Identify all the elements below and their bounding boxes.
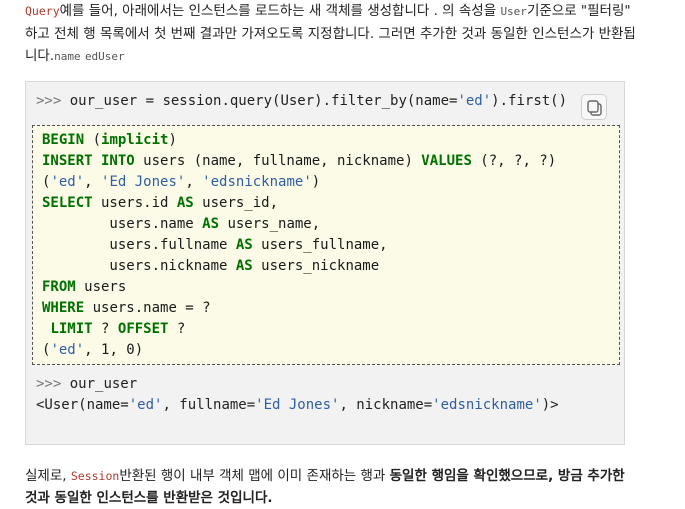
inline-code-eduser: edUser [84,50,125,63]
code-line-our-user: >>> our_user [36,376,138,392]
sql-line: FROM users [42,279,127,295]
inline-code-user: User [500,5,527,18]
sql-line: BEGIN (implicit) [42,132,177,148]
sql-line: ('ed', 'Ed Jones', 'edsnickname') [42,174,321,190]
code-block: >>> our_user = session.query(User).filte… [25,81,625,445]
sql-line: ('ed', 1, 0) [42,342,144,358]
code-line-repr: <User(name='ed', fullname='Ed Jones', ni… [36,397,559,413]
inline-code-name: name [54,50,81,63]
outro-text-1: 실제로, [25,468,71,484]
sql-echo-box: BEGIN (implicit) INSERT INTO users (name… [32,125,620,365]
sql-line: SELECT users.id AS users_id, [42,195,279,211]
copy-button[interactable] [581,94,607,120]
sql-line: WHERE users.name = ? [42,300,211,316]
sql-line: LIMIT ? OFFSET ? [50,321,186,337]
code-line-query: >>> our_user = session.query(User).filte… [36,93,568,109]
inline-code-session: Session [70,469,120,483]
sql-line: users.nickname AS users_nickname [42,258,380,274]
sql-line: users.fullname AS users_fullname, [42,237,388,253]
outro-paragraph: 실제로, Session반환된 행이 내부 객체 맵에 이미 존재하는 행과 동… [25,465,640,509]
intro-paragraph: Query예를 들어, 아래에서는 인스턴스를 로드하는 새 객체를 생성합니다… [25,0,640,68]
outro-text-2: 반환된 행이 내부 객체 맵에 이미 존재하는 행과 [119,468,390,484]
sql-line: INSERT INTO users (name, fullname, nickn… [42,153,557,169]
copy-icon [587,100,602,116]
intro-text-1: 예를 들어, 아래에서는 인스턴스를 로드하는 새 객체를 생성합니다 . 의 … [59,3,501,19]
sql-line: users.name AS users_name, [42,216,321,232]
inline-code-query: Query [25,4,60,18]
